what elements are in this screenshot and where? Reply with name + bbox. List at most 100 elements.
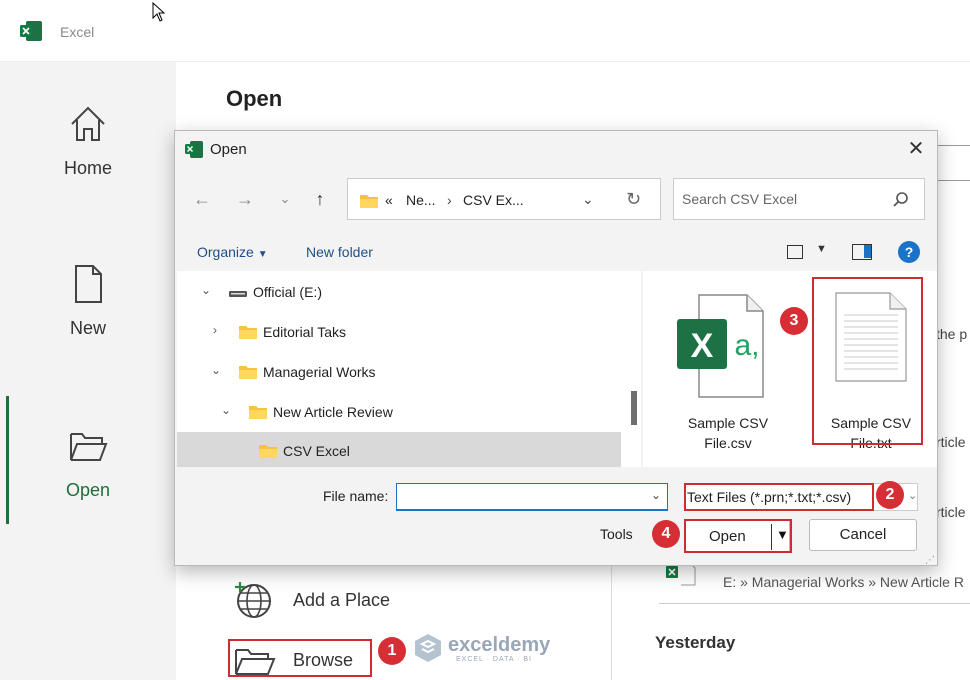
step-badge-3: 3 (780, 307, 808, 335)
dialog-title: Open (210, 141, 247, 158)
tree-expand-icon[interactable]: ⌄ (221, 403, 231, 417)
recent-text-fragment: rticle R (936, 434, 970, 450)
open-folder-icon (70, 433, 108, 461)
back-arrow-icon[interactable]: ← (190, 187, 214, 211)
search-icon[interactable] (890, 190, 910, 210)
drive-icon (229, 291, 247, 297)
address-overflow[interactable]: « (385, 192, 393, 208)
txt-file-highlight-box (812, 277, 923, 445)
file-name-label: Sample CSV File.csv (667, 413, 789, 453)
search-box[interactable] (673, 178, 925, 220)
cancel-button[interactable]: Cancel (809, 519, 917, 551)
app-title: Excel (60, 24, 95, 40)
tree-item-label: Official (E:) (253, 284, 322, 300)
home-icon (71, 106, 105, 141)
address-segment-parent[interactable]: Ne... (406, 192, 436, 208)
recent-text-fragment: rticle R (936, 504, 970, 520)
svg-text:a,: a, (734, 329, 759, 362)
file-name-field-label: File name: (323, 488, 389, 504)
organize-menu[interactable]: Organize ▼ (197, 244, 268, 260)
tools-menu[interactable]: Tools (600, 526, 633, 542)
nav-open[interactable]: Open (0, 424, 176, 534)
browse-highlight-box (228, 639, 372, 677)
add-a-place-label: Add a Place (293, 590, 391, 610)
tree-expand-icon[interactable]: ⌄ (211, 363, 221, 377)
resize-grip-icon[interactable]: ⋰ (925, 555, 935, 566)
file-name-field[interactable]: ⌄ (396, 483, 668, 511)
tree-item-label: Editorial Taks (263, 324, 347, 340)
watermark-name: exceldemy (448, 634, 551, 656)
file-item-csv[interactable]: X a, Sample CSV File.csv (667, 281, 789, 451)
close-icon[interactable]: ✕ (903, 137, 929, 161)
file-name-line: Sample CSV (687, 415, 769, 431)
up-arrow-icon[interactable]: ↑ (308, 187, 332, 211)
globe-add-icon (235, 582, 271, 618)
tree-expand-icon[interactable]: ⌄ (201, 283, 211, 297)
exceldemy-logo-icon (415, 634, 441, 662)
tree-item-label: New Article Review (273, 404, 393, 420)
folder-icon (239, 366, 257, 379)
nav-new-label: New (69, 318, 106, 338)
dialog-title-bar: Open ✕ (175, 131, 937, 167)
csv-file-icon: X a, (677, 294, 764, 398)
recent-text-fragment: the p (936, 326, 968, 342)
folder-icon (239, 326, 257, 339)
navigation-pane: ⌄ Official (E:) › Editorial Taks ⌄ Manag… (177, 271, 641, 467)
new-folder-button[interactable]: New folder (306, 244, 373, 260)
open-highlight-box (684, 519, 792, 553)
chevron-right-icon[interactable]: › (447, 192, 452, 208)
yesterday-heading: Yesterday (655, 633, 736, 652)
svg-text:X: X (691, 327, 714, 365)
step-badge-1: 1 (378, 637, 406, 665)
backstage-nav: Home New Open (0, 62, 176, 680)
nav-new[interactable]: New (0, 262, 176, 372)
chevron-down-icon[interactable]: ⌄ (582, 191, 594, 208)
folder-icon (360, 195, 378, 208)
organize-label: Organize (197, 244, 254, 260)
preview-pane-icon[interactable] (852, 244, 872, 260)
file-name-line: File.csv (704, 435, 752, 451)
title-bar: Excel (0, 0, 970, 62)
address-bar[interactable]: « Ne... › CSV Ex... ⌄ ↻ (347, 178, 661, 220)
folder-icon (249, 406, 267, 419)
scrollbar-thumb[interactable] (631, 391, 637, 425)
tree-expand-icon[interactable]: › (213, 323, 217, 337)
recent-file-item[interactable]: E: » Managerial Works » New Article R (659, 560, 970, 604)
chevron-down-icon[interactable]: ⌄ (908, 489, 917, 502)
view-dropdown-arrow-icon[interactable]: ▼ (816, 243, 827, 255)
search-input[interactable] (682, 191, 882, 207)
new-document-icon (75, 265, 102, 303)
step-badge-4: 4 (652, 520, 680, 548)
address-segment-current[interactable]: CSV Ex... (463, 192, 524, 208)
tree-item-label: CSV Excel (283, 443, 350, 459)
active-nav-indicator (6, 396, 9, 524)
file-type-highlight-box (684, 483, 874, 511)
recent-locations-chevron-icon[interactable]: ⌄ (273, 187, 297, 211)
nav-open-label: Open (65, 480, 111, 500)
tree-item-drive[interactable]: ⌄ Official (E:) (177, 273, 621, 311)
nav-home[interactable]: Home (0, 102, 176, 212)
page-title: Open (226, 86, 283, 111)
nav-home-label: Home (63, 158, 112, 178)
tree-item-folder[interactable]: ⌄ New Article Review (177, 393, 621, 431)
recent-file-path: E: » Managerial Works » New Article R (723, 574, 964, 590)
chevron-down-icon[interactable]: ⌄ (651, 488, 661, 502)
mouse-cursor-icon (152, 2, 166, 22)
excel-logo-icon (185, 141, 203, 158)
excel-logo-icon (20, 21, 42, 41)
forward-arrow-icon[interactable]: → (233, 187, 257, 211)
tree-item-folder[interactable]: ⌄ Managerial Works (177, 353, 621, 391)
step-badge-2: 2 (876, 481, 904, 509)
watermark-tagline: EXCEL · DATA · BI (456, 656, 532, 663)
view-options-icon[interactable] (787, 245, 803, 259)
file-name-input[interactable] (403, 489, 643, 505)
dropdown-arrow-icon: ▼ (257, 249, 268, 260)
tree-item-folder[interactable]: › Editorial Taks (177, 313, 621, 351)
tree-item-folder-selected[interactable]: CSV Excel (177, 432, 621, 467)
folder-icon (259, 445, 277, 458)
refresh-icon[interactable]: ↻ (626, 189, 641, 210)
help-icon[interactable]: ? (898, 241, 920, 263)
open-file-dialog: Open ✕ ← → ⌄ ↑ « Ne... › CSV Ex... ⌄ ↻ O… (174, 130, 938, 566)
command-bar: Organize ▼ New folder ▼ ? (175, 237, 937, 269)
tree-item-label: Managerial Works (263, 364, 376, 380)
